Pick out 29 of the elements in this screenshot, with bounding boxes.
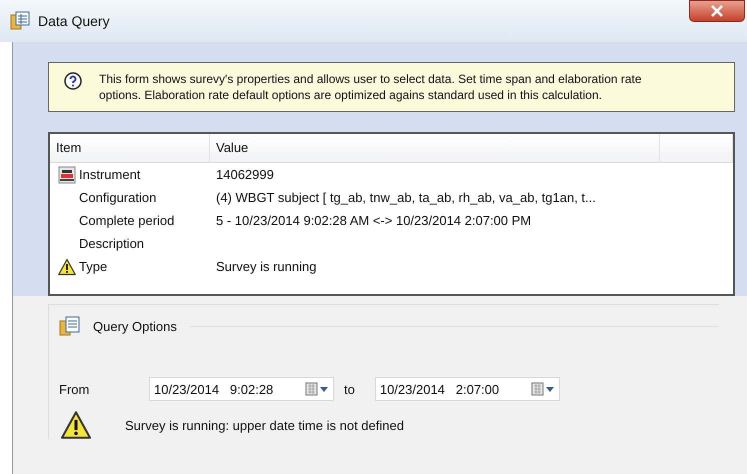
item-cell: Complete period <box>79 213 174 228</box>
warning-icon <box>59 411 93 439</box>
item-cell: Type <box>79 259 108 274</box>
table-icon <box>10 11 30 31</box>
item-cell: Configuration <box>79 190 156 205</box>
value-cell-text: 14062999 <box>215 167 275 182</box>
warning-icon <box>58 258 76 276</box>
item-cell: Description <box>79 236 144 251</box>
options-icon <box>59 315 81 337</box>
from-label: From <box>59 382 90 396</box>
column-header[interactable]: Value <box>210 134 660 162</box>
group-title: Query Options <box>93 318 177 334</box>
calendar-dropdown-icon[interactable] <box>305 382 329 396</box>
window-title: Data Query <box>38 13 110 29</box>
value-cell-text: Survey is running <box>215 259 318 274</box>
value-cell-text: (4) WBGT subject [ tg_ab, tnw_ab, ta_ab, rh_ab, va_ab, tg1an, t... <box>215 190 597 205</box>
help-icon <box>63 71 83 91</box>
date-time-picker[interactable]: 10/23/2014 9:02:28 <box>149 377 334 401</box>
value-cell-text: 5 - 10/23/2014 9:02:28 AM <-> 10/23/2014 2:07:00 PM <box>215 213 532 228</box>
to-label: to <box>344 382 356 396</box>
info-text: This form shows surevy's properties and allows user to select data. Set time span and elaboration rate options. Elaboration rate default options are optimized agains standard used in this calculation. <box>99 71 643 103</box>
date-time-picker[interactable]: 10/23/2014 2:07:00 <box>374 377 560 401</box>
close-icon <box>710 5 724 17</box>
calendar-dropdown-icon[interactable] <box>530 382 555 396</box>
close-button[interactable] <box>689 0 745 22</box>
column-header[interactable]: Item <box>50 134 210 162</box>
instrument-icon <box>58 166 76 184</box>
item-cell: Instrument <box>79 167 140 182</box>
warning-message: Survey is running: upper date time is not defined <box>125 418 404 432</box>
